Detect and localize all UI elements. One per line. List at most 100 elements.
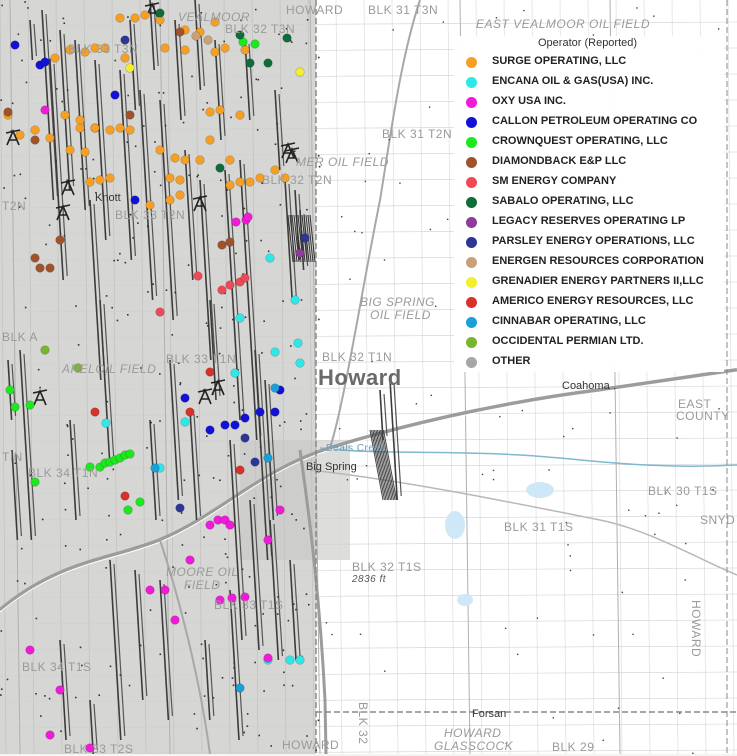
- well-marker[interactable]: [235, 465, 245, 475]
- well-marker[interactable]: [180, 155, 190, 165]
- well-marker[interactable]: [130, 13, 140, 23]
- well-marker[interactable]: [231, 217, 241, 227]
- well-marker[interactable]: [25, 645, 35, 655]
- well-marker[interactable]: [160, 43, 170, 53]
- well-marker[interactable]: [235, 177, 245, 187]
- well-marker[interactable]: [270, 347, 280, 357]
- well-marker[interactable]: [170, 615, 180, 625]
- well-marker[interactable]: [45, 730, 55, 740]
- well-marker[interactable]: [75, 115, 85, 125]
- well-marker[interactable]: [110, 90, 120, 100]
- well-marker[interactable]: [205, 425, 215, 435]
- well-marker[interactable]: [205, 520, 215, 530]
- well-marker[interactable]: [217, 240, 227, 250]
- well-marker[interactable]: [250, 39, 260, 49]
- well-marker[interactable]: [235, 110, 245, 120]
- well-marker[interactable]: [160, 585, 170, 595]
- well-marker[interactable]: [90, 123, 100, 133]
- well-marker[interactable]: [263, 453, 273, 463]
- well-marker[interactable]: [230, 368, 240, 378]
- well-marker[interactable]: [220, 43, 230, 53]
- well-marker[interactable]: [115, 13, 125, 23]
- well-marker[interactable]: [265, 253, 275, 263]
- well-marker[interactable]: [240, 273, 250, 283]
- well-marker[interactable]: [210, 47, 220, 57]
- well-marker[interactable]: [295, 358, 305, 368]
- well-marker[interactable]: [10, 402, 20, 412]
- well-marker[interactable]: [135, 497, 145, 507]
- well-marker[interactable]: [50, 53, 60, 63]
- well-marker[interactable]: [275, 505, 285, 515]
- well-marker[interactable]: [80, 147, 90, 157]
- well-marker[interactable]: [225, 520, 235, 530]
- well-marker[interactable]: [3, 107, 13, 117]
- well-marker[interactable]: [105, 125, 115, 135]
- well-marker[interactable]: [270, 407, 280, 417]
- well-marker[interactable]: [295, 67, 305, 77]
- well-marker[interactable]: [45, 133, 55, 143]
- well-marker[interactable]: [240, 413, 250, 423]
- well-marker[interactable]: [263, 653, 273, 663]
- well-marker[interactable]: [101, 418, 111, 428]
- well-marker[interactable]: [230, 420, 240, 430]
- well-marker[interactable]: [130, 195, 140, 205]
- well-marker[interactable]: [191, 31, 201, 41]
- well-marker[interactable]: [155, 307, 165, 317]
- well-marker[interactable]: [225, 155, 235, 165]
- well-marker[interactable]: [225, 180, 235, 190]
- well-marker[interactable]: [295, 248, 305, 258]
- well-marker[interactable]: [225, 237, 235, 247]
- well-marker[interactable]: [40, 57, 50, 67]
- well-marker[interactable]: [180, 393, 190, 403]
- well-marker[interactable]: [125, 110, 135, 120]
- well-marker[interactable]: [90, 407, 100, 417]
- well-marker[interactable]: [40, 105, 50, 115]
- well-marker[interactable]: [45, 263, 55, 273]
- well-marker[interactable]: [293, 338, 303, 348]
- well-marker[interactable]: [193, 271, 203, 281]
- well-marker[interactable]: [205, 135, 215, 145]
- well-marker[interactable]: [170, 153, 180, 163]
- well-marker[interactable]: [245, 177, 255, 187]
- well-marker[interactable]: [40, 345, 50, 355]
- well-marker[interactable]: [215, 105, 225, 115]
- well-marker[interactable]: [285, 655, 295, 665]
- well-marker[interactable]: [30, 253, 40, 263]
- well-marker[interactable]: [245, 58, 255, 68]
- well-marker[interactable]: [235, 683, 245, 693]
- well-marker[interactable]: [225, 280, 235, 290]
- well-marker[interactable]: [205, 367, 215, 377]
- well-marker[interactable]: [270, 383, 280, 393]
- well-marker[interactable]: [175, 190, 185, 200]
- well-marker[interactable]: [290, 295, 300, 305]
- well-marker[interactable]: [15, 130, 25, 140]
- well-marker[interactable]: [255, 407, 265, 417]
- well-marker[interactable]: [155, 145, 165, 155]
- well-marker[interactable]: [75, 123, 85, 133]
- well-marker[interactable]: [165, 173, 175, 183]
- well-marker[interactable]: [243, 212, 253, 222]
- well-marker[interactable]: [105, 173, 115, 183]
- well-marker[interactable]: [195, 155, 205, 165]
- well-marker[interactable]: [60, 110, 70, 120]
- well-marker[interactable]: [65, 145, 75, 155]
- well-marker[interactable]: [240, 45, 250, 55]
- well-marker[interactable]: [120, 491, 130, 501]
- well-marker[interactable]: [145, 585, 155, 595]
- well-marker[interactable]: [35, 263, 45, 273]
- well-marker[interactable]: [185, 407, 195, 417]
- well-marker[interactable]: [203, 35, 213, 45]
- well-marker[interactable]: [150, 463, 160, 473]
- well-marker[interactable]: [240, 433, 250, 443]
- well-marker[interactable]: [175, 175, 185, 185]
- well-marker[interactable]: [215, 163, 225, 173]
- well-marker[interactable]: [295, 655, 305, 665]
- well-marker[interactable]: [125, 125, 135, 135]
- well-marker[interactable]: [155, 8, 165, 18]
- well-marker[interactable]: [185, 555, 195, 565]
- well-marker[interactable]: [263, 58, 273, 68]
- well-marker[interactable]: [95, 175, 105, 185]
- well-marker[interactable]: [55, 685, 65, 695]
- well-marker[interactable]: [220, 420, 230, 430]
- well-marker[interactable]: [10, 40, 20, 50]
